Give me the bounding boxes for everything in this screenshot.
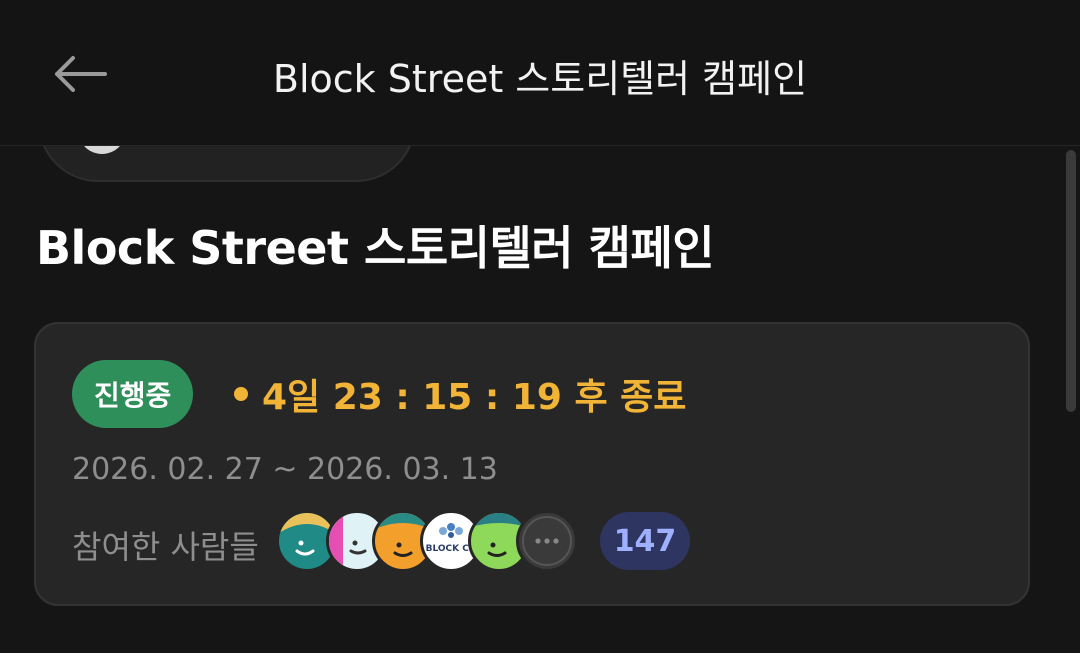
- date-range: 2026. 02. 27 ~ 2026. 03. 13: [72, 452, 498, 487]
- participants-label: 참여한 사람들: [72, 528, 259, 566]
- participant-avatars[interactable]: BLOCK CH: [276, 510, 596, 574]
- countdown: 4일 23 : 15 : 19 후 종료: [234, 368, 686, 420]
- scrollbar[interactable]: [1066, 150, 1076, 412]
- more-participants-button[interactable]: [516, 510, 578, 572]
- campaign-info-card: 진행중 4일 23 : 15 : 19 후 종료 2026. 02. 27 ~ …: [34, 322, 1030, 606]
- top-app-bar: Block Street 스토리텔러 캠페인: [0, 0, 1080, 146]
- countdown-dot-icon: [234, 387, 248, 401]
- countdown-text: 4일 23 : 15 : 19 후 종료: [262, 377, 687, 418]
- header-title: Block Street 스토리텔러 캠페인: [272, 57, 808, 101]
- campaign-page: Block Street 스토리텔러 캠페인 Block Street 스토리텔…: [0, 0, 1080, 653]
- participant-count-badge: 147: [600, 512, 690, 570]
- status-badge: 진행중: [72, 360, 194, 428]
- more-dots-icon: [522, 516, 572, 566]
- page-title: Block Street 스토리텔러 캠페인: [36, 221, 715, 275]
